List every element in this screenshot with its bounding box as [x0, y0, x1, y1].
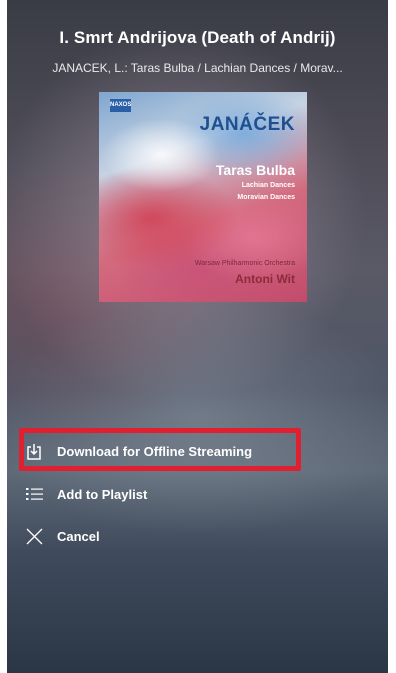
cover-work-sub-2: Moravian Dances: [237, 194, 295, 201]
list-icon: [25, 485, 43, 503]
now-playing-screen: I. Smrt Andrijova (Death of Andrij) JANA…: [7, 0, 388, 673]
cancel-label: Cancel: [57, 528, 100, 544]
cancel-button[interactable]: Cancel: [25, 527, 100, 545]
add-to-playlist-label: Add to Playlist: [57, 486, 148, 502]
highlight-box: [19, 428, 301, 471]
cover-conductor: Antoni Wit: [235, 272, 295, 286]
cover-orchestra: Warsaw Philharmonic Orchestra: [194, 260, 295, 267]
cover-work-sub-1: Lachian Dances: [241, 182, 295, 189]
album-cover: NAXOS JANÁČEK Taras Bulba Lachian Dances…: [99, 92, 307, 302]
cover-composer: JANÁČEK: [199, 114, 295, 135]
track-title: I. Smrt Andrijova (Death of Andrij): [59, 28, 336, 47]
close-icon: [25, 527, 43, 545]
add-to-playlist-button[interactable]: Add to Playlist: [25, 485, 147, 503]
label-logo: NAXOS: [110, 99, 131, 112]
album-line: JANACEK, L.: Taras Bulba / Lachian Dance…: [52, 61, 343, 75]
cover-work-title: Taras Bulba: [215, 162, 295, 178]
